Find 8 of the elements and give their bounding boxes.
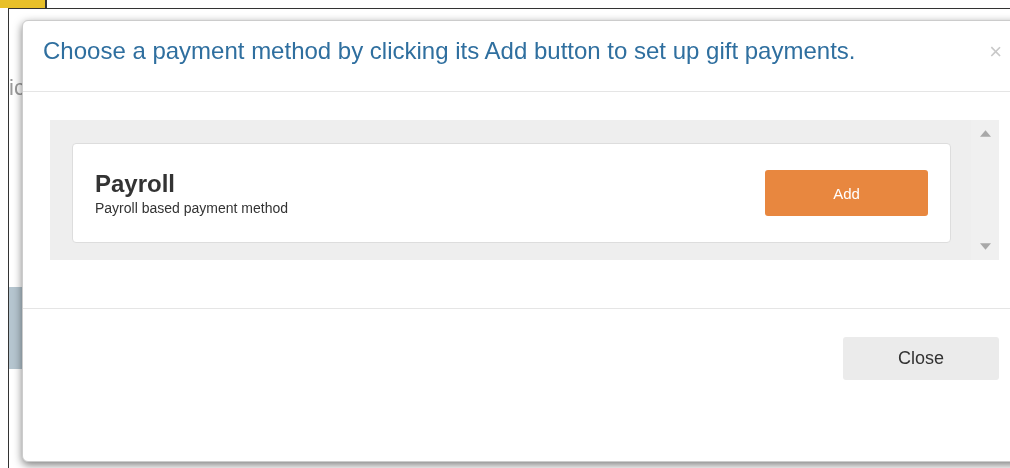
method-name: Payroll bbox=[95, 170, 177, 198]
close-button[interactable]: × bbox=[989, 41, 1002, 63]
dialog-title: Choose a payment method by clicking its Add button to set up gift payments. bbox=[43, 36, 857, 66]
scroll-up-icon[interactable] bbox=[979, 130, 991, 137]
scroll-down-icon[interactable] bbox=[979, 243, 991, 250]
close-button[interactable]: Close bbox=[843, 337, 999, 380]
method-description: Payroll based payment method bbox=[95, 200, 288, 216]
add-button[interactable]: Add bbox=[765, 170, 928, 216]
